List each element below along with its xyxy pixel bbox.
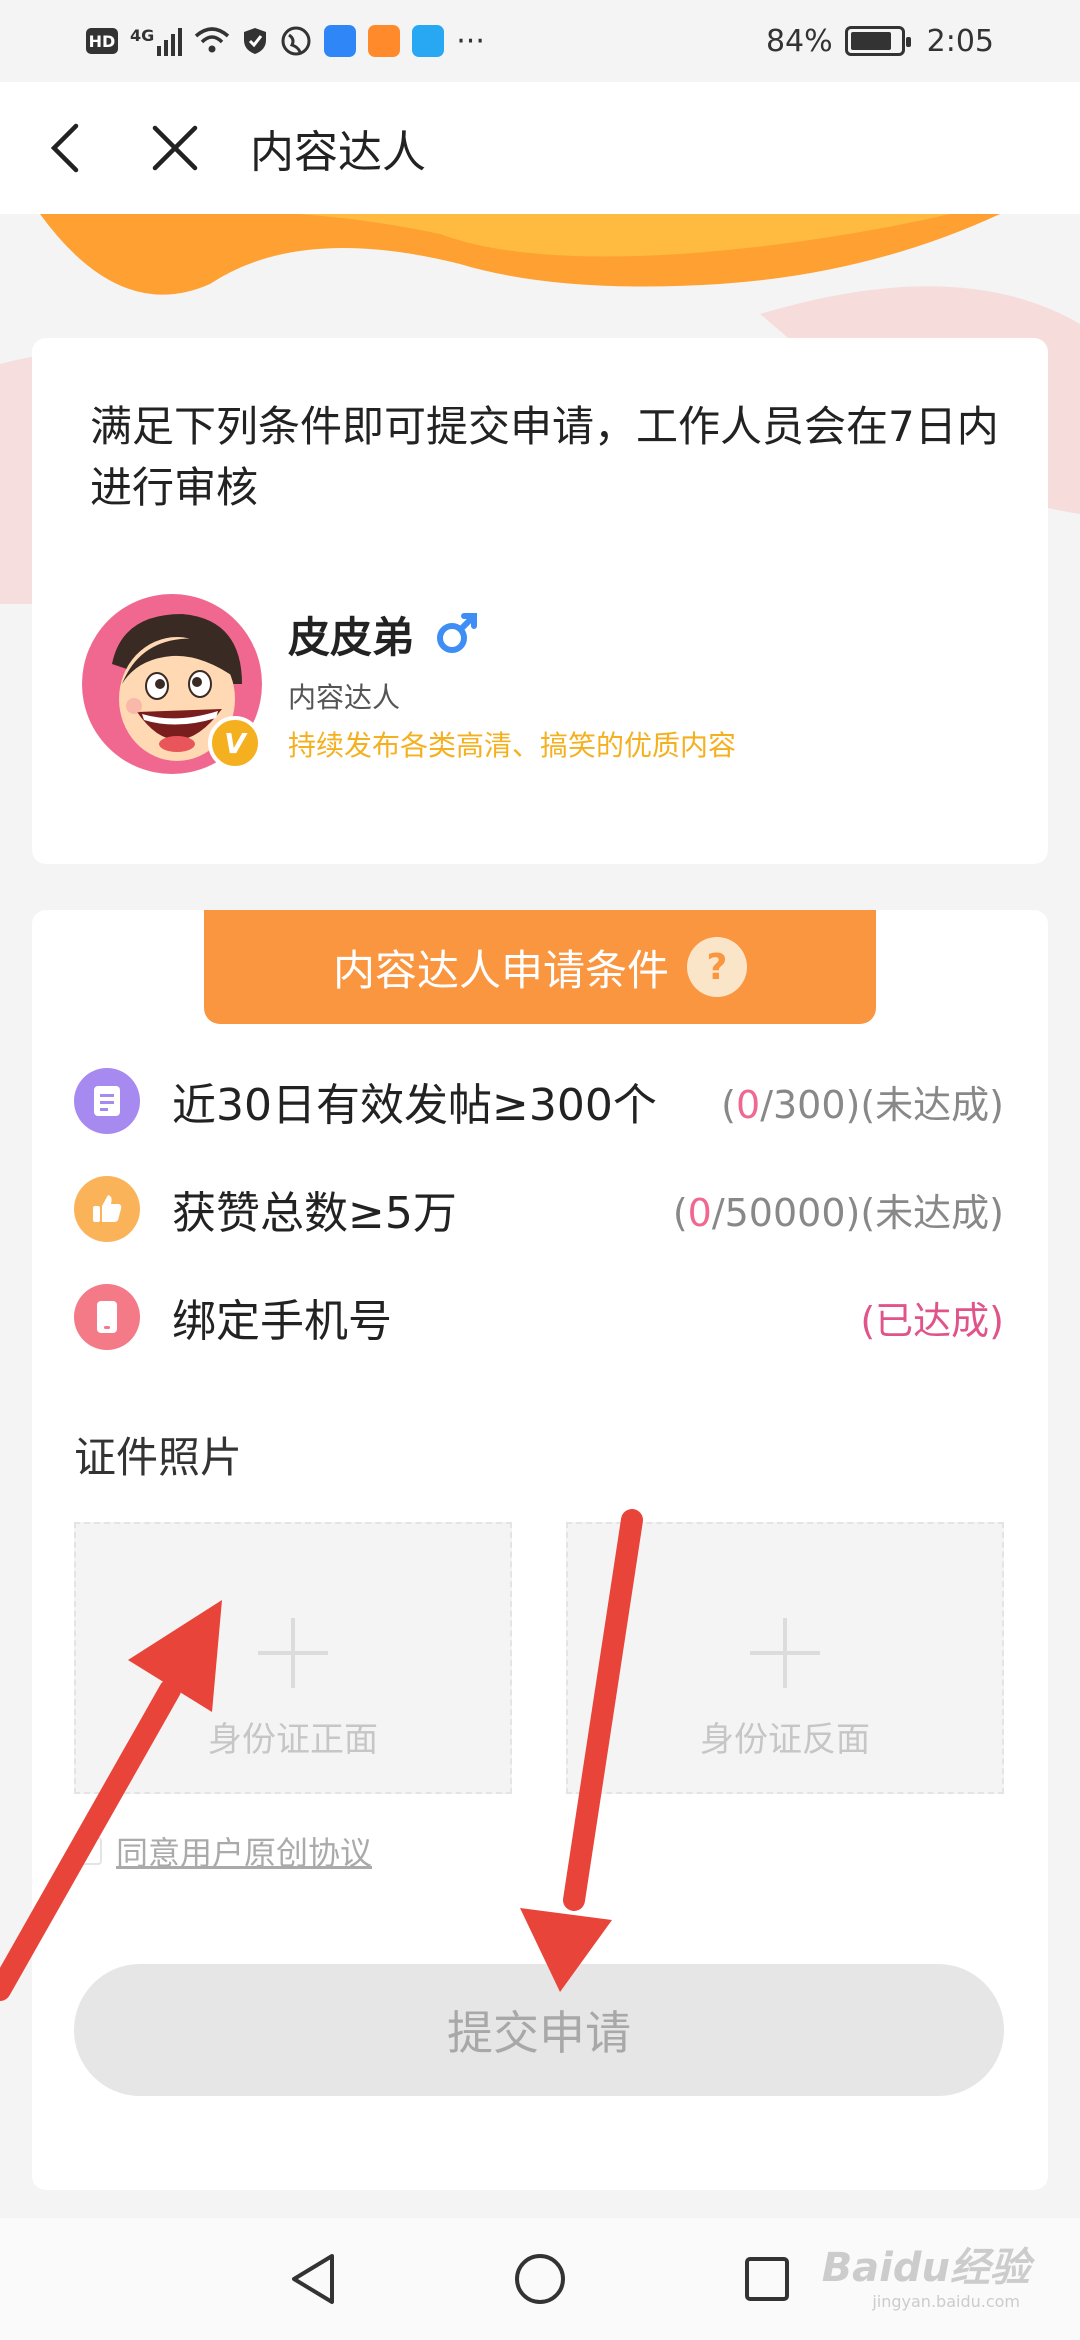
signal-icon: 4G [130,26,183,56]
chevron-left-icon [50,123,79,173]
status-rest: /50000)(未达成) [711,1190,1004,1235]
nav-back-button[interactable] [278,2244,348,2314]
globe-icon [281,26,311,56]
watermark-brand: Baidu经验 [821,2245,1030,2291]
id-photos-title: 证件照片 [74,1433,243,1482]
close-button[interactable] [130,103,220,193]
cloud-app-icon [324,25,357,57]
video-app-icon [368,25,401,57]
clock: 2:05 [926,23,994,59]
battery-fill [850,32,891,50]
condition-likes: 获赞总数≥5万 (0/50000)(未达成) [74,1174,1004,1244]
upload-id-front[interactable]: 身份证正面 [74,1522,512,1794]
upload-front-label: 身份证正面 [208,1720,378,1760]
upload-back-label: 身份证反面 [700,1720,870,1760]
nav-recents-button[interactable] [732,2244,802,2314]
nav-home-button[interactable] [505,2244,575,2314]
status-icons-left: HD 4G ··· [86,24,485,59]
document-icon [74,1068,140,1134]
battery-icon [844,26,911,56]
watermark-url: jingyan.baidu.com [872,2292,1020,2311]
status-icons-right: 84% 2:05 [766,24,994,59]
profile-card: 满足下列条件即可提交申请，工作人员会在7日内进行审核 V 皮皮弟 内容达人 持续… [32,338,1048,864]
verified-badge-icon: V [208,716,262,770]
condition-posts: 近30日有效发帖≥300个 (0/300)(未达成) [74,1066,1004,1136]
condition-status: (0/50000)(未达成) [673,1182,1004,1237]
triangle-back-icon [292,2254,335,2304]
top-header: 内容达人 [0,82,1080,214]
conditions-header: 内容达人申请条件 ? [204,910,876,1024]
close-icon [152,125,198,171]
user-description: 持续发布各类高清、搞笑的优质内容 [288,729,737,762]
intro-text: 满足下列条件即可提交申请，工作人员会在7日内进行审核 [90,402,999,512]
agreement-checkbox[interactable] [74,1837,102,1865]
upload-id-back[interactable]: 身份证反面 [566,1522,1004,1794]
battery-percent: 84% [765,23,833,59]
conditions-card: 内容达人申请条件 ? 近30日有效发帖≥300个 (0/300)(未达成) 获赞… [32,910,1048,2190]
shield-icon [244,28,267,54]
wifi-icon [195,27,230,53]
status-current: 0 [687,1190,712,1235]
thumbs-up-icon [74,1176,140,1242]
back-button[interactable] [20,103,110,193]
status-current: 0 [736,1082,761,1127]
network-type-label: 4G [130,26,155,45]
user-name: 皮皮弟 [288,613,415,662]
square-recents-icon [744,2257,789,2301]
hd-badge: HD [86,28,118,54]
user-role: 内容达人 [288,681,401,714]
circle-home-icon [514,2254,565,2304]
phone-icon [74,1284,140,1350]
page-title: 内容达人 [250,127,426,178]
condition-label: 获赞总数≥5万 [172,1188,457,1239]
condition-phone: 绑定手机号 (已达成) [74,1282,1004,1352]
agreement-link[interactable]: 同意用户原创协议 [116,1828,372,1874]
plus-icon [750,1618,820,1688]
search-app-icon [412,25,445,57]
condition-label: 近30日有效发帖≥300个 [172,1080,657,1131]
condition-label: 绑定手机号 [172,1296,392,1347]
submit-button[interactable]: 提交申请 [74,1964,1004,2096]
condition-status: (0/300)(未达成) [721,1074,1004,1129]
help-icon[interactable]: ? [687,937,747,997]
agreement-row: 同意用户原创协议 [74,1828,372,1874]
more-notifications: ··· [456,23,485,59]
status-bar: HD 4G ··· 84% 2:05 [0,0,1080,82]
status-open: ( [672,1190,688,1235]
male-gender-icon [437,613,477,653]
condition-status: (已达成) [860,1298,1004,1343]
conditions-title: 内容达人申请条件 [332,945,669,995]
status-open: ( [721,1082,736,1127]
status-rest: /300)(未达成) [760,1082,1004,1127]
plus-icon [258,1618,328,1688]
